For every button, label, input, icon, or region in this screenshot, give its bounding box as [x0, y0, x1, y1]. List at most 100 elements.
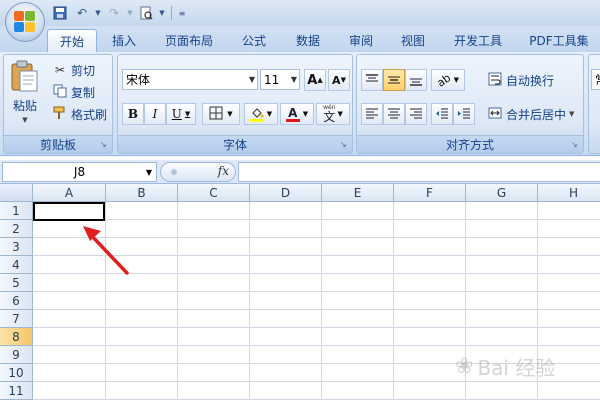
- chevron-down-icon[interactable]: ▼: [94, 4, 102, 22]
- office-button[interactable]: [5, 2, 45, 42]
- dialog-launcher-icon[interactable]: ↘: [340, 140, 349, 149]
- copy-button[interactable]: 复制: [52, 83, 95, 101]
- chevron-down-icon: ▼: [266, 110, 273, 118]
- tab-view[interactable]: 视图: [394, 29, 432, 52]
- align-bottom-button[interactable]: [405, 69, 427, 91]
- chevron-down-icon: ▼: [184, 110, 191, 118]
- underline-button[interactable]: U ▼: [166, 103, 196, 125]
- decrease-indent-button[interactable]: [431, 103, 453, 125]
- borders-button[interactable]: ▼: [202, 103, 240, 125]
- align-right-button[interactable]: [405, 103, 427, 125]
- tab-developer[interactable]: 开发工具: [447, 29, 509, 52]
- cut-button[interactable]: ✂ 剪切: [52, 61, 95, 79]
- column-header-c[interactable]: C: [178, 184, 250, 202]
- divider: [171, 6, 172, 20]
- font-name-combo[interactable]: 宋体 ▼: [122, 69, 258, 90]
- customize-qat-icon[interactable]: ≡: [177, 4, 187, 22]
- row-header-9[interactable]: 9: [0, 346, 33, 364]
- tab-formulas[interactable]: 公式: [235, 29, 273, 52]
- column-header-f[interactable]: F: [394, 184, 466, 202]
- row-header-3[interactable]: 3: [0, 238, 33, 256]
- undo-icon[interactable]: ↶: [72, 4, 92, 22]
- column-header-d[interactable]: D: [250, 184, 322, 202]
- wrap-text-button[interactable]: 自动换行: [487, 71, 554, 89]
- bold-button[interactable]: B: [122, 103, 144, 125]
- align-center-button[interactable]: [383, 103, 405, 125]
- tab-insert[interactable]: 插入: [104, 29, 144, 52]
- wrap-text-label: 自动换行: [506, 73, 555, 88]
- orientation-button[interactable]: ab ▼: [431, 69, 465, 91]
- clipboard-group: 粘贴 ▼ ✂ 剪切 复制 格式刷 剪贴板 ↘: [3, 54, 113, 154]
- copy-icon: [52, 84, 68, 100]
- align-right-icon: [410, 108, 422, 119]
- row-header-11[interactable]: 11: [0, 382, 33, 400]
- column-header-a[interactable]: A: [33, 184, 106, 202]
- chevron-down-icon[interactable]: ▼: [158, 4, 166, 22]
- align-middle-button[interactable]: [383, 69, 405, 91]
- shrink-font-label: A: [332, 73, 341, 87]
- paste-button[interactable]: 粘贴 ▼: [10, 59, 40, 124]
- font-group-label: 字体: [118, 135, 352, 153]
- formula-bar: J8 ▼ fx: [0, 160, 600, 184]
- italic-button[interactable]: I: [144, 103, 166, 125]
- row-header-2[interactable]: 2: [0, 220, 33, 238]
- tab-data[interactable]: 数据: [289, 29, 327, 52]
- font-color-button[interactable]: A ▼: [280, 103, 314, 125]
- dialog-launcher-icon[interactable]: ↘: [100, 140, 109, 149]
- increase-indent-button[interactable]: [453, 103, 475, 125]
- gridline: [321, 202, 322, 400]
- ribbon: 粘贴 ▼ ✂ 剪切 复制 格式刷 剪贴板 ↘ 宋体 ▼ 11 ▼ A ▲ A ▼…: [0, 52, 600, 156]
- column-header-b[interactable]: B: [106, 184, 178, 202]
- chevron-down-icon[interactable]: ▼: [126, 4, 134, 22]
- save-icon[interactable]: [50, 4, 70, 22]
- row-header-8[interactable]: 8: [0, 328, 33, 346]
- phonetic-icon: wén 文: [323, 104, 336, 124]
- grow-font-button[interactable]: A ▲: [304, 69, 326, 91]
- column-header-e[interactable]: E: [322, 184, 394, 202]
- gridline: [33, 327, 600, 328]
- font-color-label: A: [288, 105, 298, 120]
- font-size-combo[interactable]: 11 ▼: [260, 69, 300, 90]
- print-preview-icon[interactable]: [136, 4, 156, 22]
- align-left-button[interactable]: [361, 103, 383, 125]
- align-top-icon: [366, 74, 378, 82]
- shrink-font-button[interactable]: A ▼: [328, 69, 350, 91]
- row-header-1[interactable]: 1: [0, 202, 33, 220]
- formula-input[interactable]: [238, 162, 600, 182]
- align-center-icon: [388, 108, 400, 119]
- dialog-launcher-icon[interactable]: ↘: [571, 140, 580, 149]
- paste-icon: [10, 59, 40, 93]
- name-box-value: J8: [73, 165, 86, 179]
- number-format-combo[interactable]: 常: [591, 69, 600, 90]
- phonetic-guide-button[interactable]: wén 文 ▼: [316, 103, 350, 125]
- font-color-icon: A: [285, 105, 300, 122]
- clipboard-label-text: 剪贴板: [39, 138, 76, 152]
- grow-font-label: A: [307, 72, 318, 88]
- row-header-5[interactable]: 5: [0, 274, 33, 292]
- phonetic-label: 文: [323, 109, 336, 124]
- row-header-7[interactable]: 7: [0, 310, 33, 328]
- row-header-4[interactable]: 4: [0, 256, 33, 274]
- tab-review[interactable]: 审阅: [342, 29, 380, 52]
- row-header-6[interactable]: 6: [0, 292, 33, 310]
- format-painter-button[interactable]: 格式刷: [52, 105, 107, 123]
- fill-color-button[interactable]: ▼: [244, 103, 278, 125]
- tab-page-layout[interactable]: 页面布局: [160, 29, 218, 52]
- redo-icon[interactable]: ↷: [104, 4, 124, 22]
- chevron-down-icon: ▼: [227, 110, 233, 118]
- fill-bucket-icon: [249, 107, 264, 122]
- tab-home[interactable]: 开始: [47, 29, 97, 52]
- select-all-corner[interactable]: [0, 184, 33, 202]
- merge-center-button[interactable]: 合并后居中 ▼: [487, 105, 574, 123]
- column-header-g[interactable]: G: [466, 184, 538, 202]
- column-header-h[interactable]: H: [538, 184, 600, 202]
- borders-icon: [209, 106, 223, 123]
- align-top-button[interactable]: [361, 69, 383, 91]
- align-bottom-icon: [410, 78, 422, 86]
- row-header-10[interactable]: 10: [0, 364, 33, 382]
- formula-tools: fx: [160, 162, 236, 182]
- quick-access-toolbar: ↶ ▼ ↷ ▼ ▼ ≡: [50, 3, 187, 23]
- tab-pdf-tools[interactable]: PDF工具集: [522, 29, 596, 52]
- insert-function-button[interactable]: fx: [218, 164, 229, 178]
- name-box[interactable]: J8 ▼: [2, 162, 157, 182]
